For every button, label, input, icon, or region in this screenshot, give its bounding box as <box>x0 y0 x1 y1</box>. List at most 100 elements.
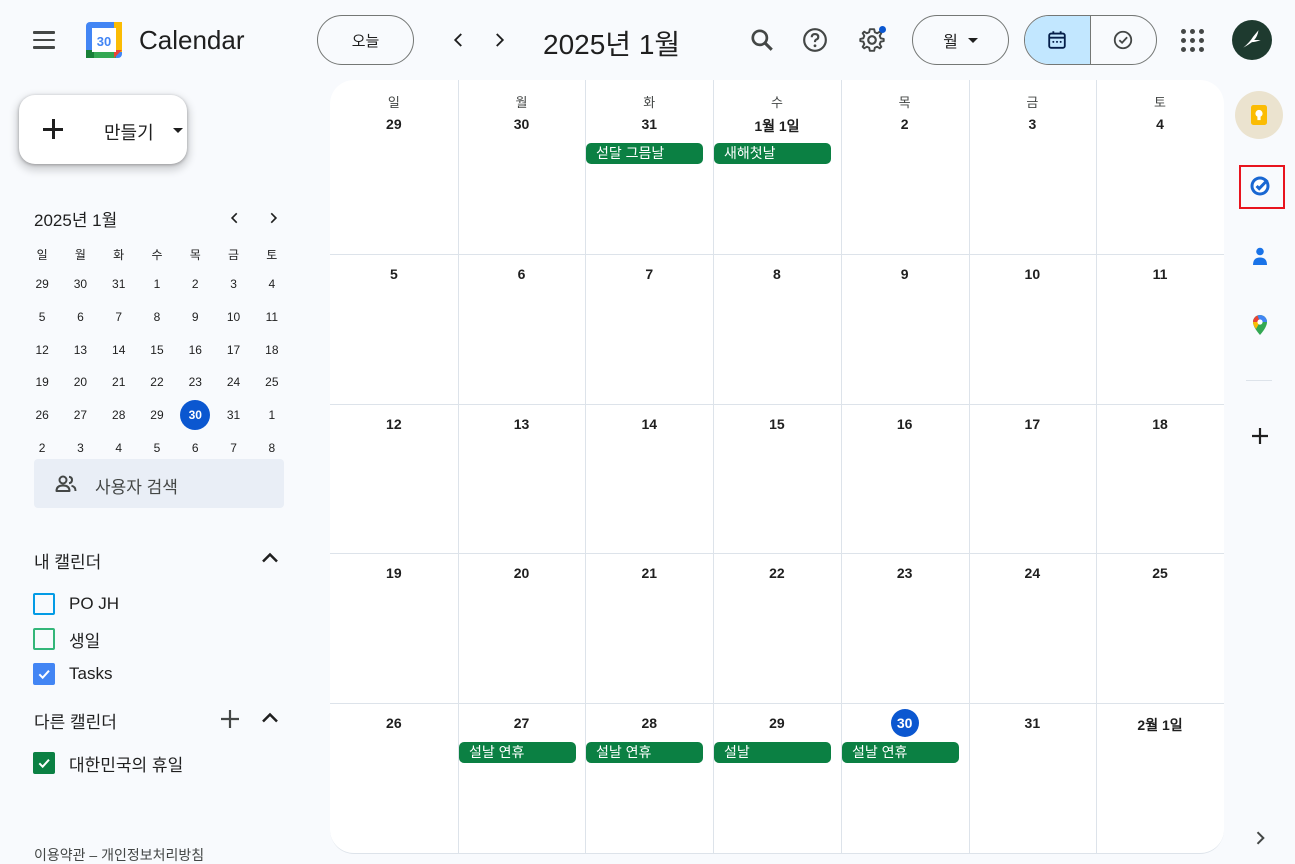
day-number[interactable]: 3 <box>969 116 1097 132</box>
mini-day[interactable]: 13 <box>61 333 99 366</box>
view-selector[interactable]: 월 <box>912 15 1009 65</box>
day-number[interactable]: 17 <box>969 416 1097 432</box>
add-addon-button[interactable] <box>1236 412 1284 460</box>
today-button[interactable]: 오늘 <box>317 15 414 65</box>
create-button[interactable]: 만들기 <box>19 95 187 164</box>
day-number[interactable]: 10 <box>969 266 1097 282</box>
mini-day[interactable]: 15 <box>138 333 176 366</box>
day-number[interactable]: 30 <box>458 116 586 132</box>
collapse-other-calendars-button[interactable] <box>258 706 282 730</box>
day-cell[interactable] <box>330 80 458 254</box>
day-number[interactable]: 22 <box>713 565 841 581</box>
day-number[interactable]: 18 <box>1096 416 1224 432</box>
contacts-button[interactable] <box>1236 232 1284 280</box>
day-number[interactable]: 16 <box>841 416 969 432</box>
checkbox-unchecked[interactable] <box>33 593 55 615</box>
day-number[interactable]: 12 <box>330 416 458 432</box>
day-cell[interactable] <box>458 80 586 254</box>
event-chip[interactable]: 설날 연휴 <box>459 742 576 763</box>
day-cell[interactable] <box>1096 80 1224 254</box>
mini-day[interactable]: 16 <box>176 333 214 366</box>
mini-day[interactable]: 14 <box>100 333 138 366</box>
day-number[interactable]: 21 <box>585 565 713 581</box>
day-number[interactable]: 13 <box>458 416 586 432</box>
event-chip[interactable]: 설날 연휴 <box>842 742 959 763</box>
day-number[interactable]: 27 <box>458 715 586 731</box>
mini-day[interactable]: 29 <box>138 399 176 432</box>
day-number[interactable]: 29 <box>713 715 841 731</box>
day-number[interactable]: 1월 1일 <box>713 116 841 136</box>
mini-day-today[interactable]: 30 <box>176 399 214 432</box>
mini-day[interactable]: 5 <box>23 301 61 334</box>
mini-day[interactable]: 31 <box>214 399 252 432</box>
event-chip[interactable]: 섣달 그믐날 <box>586 143 703 164</box>
checkbox-checked[interactable] <box>33 752 55 774</box>
day-number[interactable]: 2월 1일 <box>1096 715 1224 735</box>
settings-button[interactable] <box>852 20 892 60</box>
day-cell[interactable] <box>841 80 969 254</box>
mini-day[interactable]: 23 <box>176 366 214 399</box>
checkbox-unchecked[interactable] <box>33 628 55 650</box>
my-calendars-heading[interactable]: 내 캘린더 <box>34 548 101 573</box>
day-number[interactable]: 2 <box>841 116 969 132</box>
calendar-item[interactable]: Tasks <box>33 662 112 686</box>
day-number[interactable]: 24 <box>969 565 1097 581</box>
day-cell[interactable] <box>713 80 841 254</box>
day-number[interactable]: 28 <box>585 715 713 731</box>
event-chip[interactable]: 새해첫날 <box>714 143 831 164</box>
help-button[interactable] <box>795 20 835 60</box>
tasks-view-toggle[interactable] <box>1091 16 1157 64</box>
main-menu-button[interactable] <box>24 20 64 60</box>
mini-day[interactable]: 11 <box>253 301 291 334</box>
maps-button[interactable] <box>1236 301 1284 349</box>
mini-day[interactable]: 19 <box>23 366 61 399</box>
calendar-item[interactable]: PO JH <box>33 592 119 616</box>
mini-day[interactable]: 26 <box>23 399 61 432</box>
next-month-button[interactable] <box>483 24 515 56</box>
add-other-calendar-icon[interactable] <box>218 707 242 731</box>
mini-day[interactable]: 9 <box>176 301 214 334</box>
previous-month-button[interactable] <box>443 24 475 56</box>
mini-day[interactable]: 20 <box>61 366 99 399</box>
day-number[interactable]: 11 <box>1096 266 1224 282</box>
day-number[interactable]: 31 <box>969 715 1097 731</box>
event-chip[interactable]: 설날 연휴 <box>586 742 703 763</box>
day-number[interactable]: 7 <box>585 266 713 282</box>
day-number[interactable]: 25 <box>1096 565 1224 581</box>
mini-day[interactable]: 30 <box>61 268 99 301</box>
mini-day[interactable]: 18 <box>253 333 291 366</box>
calendar-item[interactable]: 대한민국의 휴일 <box>33 751 183 775</box>
mini-next-month-button[interactable] <box>263 208 283 228</box>
day-number[interactable]: 15 <box>713 416 841 432</box>
chevron-right-icon[interactable] <box>1250 828 1270 848</box>
other-calendars-heading[interactable]: 다른 캘린더 <box>34 708 117 733</box>
calendar-logo-icon[interactable]: 30 <box>84 20 124 60</box>
mini-day[interactable]: 4 <box>253 268 291 301</box>
search-button[interactable] <box>742 20 782 60</box>
account-avatar[interactable] <box>1232 20 1272 60</box>
mini-day[interactable]: 8 <box>138 301 176 334</box>
mini-day[interactable]: 21 <box>100 366 138 399</box>
mini-day[interactable]: 29 <box>23 268 61 301</box>
day-cell[interactable] <box>969 80 1097 254</box>
mini-day[interactable]: 6 <box>61 301 99 334</box>
day-number[interactable]: 19 <box>330 565 458 581</box>
mini-day[interactable]: 22 <box>138 366 176 399</box>
mini-day[interactable]: 17 <box>214 333 252 366</box>
day-number[interactable]: 26 <box>330 715 458 731</box>
terms-privacy-link[interactable]: 이용약관 – 개인정보처리방침 <box>34 845 204 864</box>
mini-day[interactable]: 10 <box>214 301 252 334</box>
day-cell[interactable] <box>585 80 713 254</box>
mini-day[interactable]: 2 <box>176 268 214 301</box>
day-number[interactable]: 31 <box>585 116 713 132</box>
mini-day[interactable]: 3 <box>214 268 252 301</box>
mini-day[interactable]: 27 <box>61 399 99 432</box>
collapse-my-calendars-button[interactable] <box>258 546 282 570</box>
day-number[interactable]: 9 <box>841 266 969 282</box>
day-number-today[interactable]: 30 <box>841 709 969 737</box>
mini-day[interactable]: 28 <box>100 399 138 432</box>
mini-day[interactable]: 12 <box>23 333 61 366</box>
checkbox-checked[interactable] <box>33 663 55 685</box>
mini-day[interactable]: 7 <box>100 301 138 334</box>
day-number[interactable]: 5 <box>330 266 458 282</box>
